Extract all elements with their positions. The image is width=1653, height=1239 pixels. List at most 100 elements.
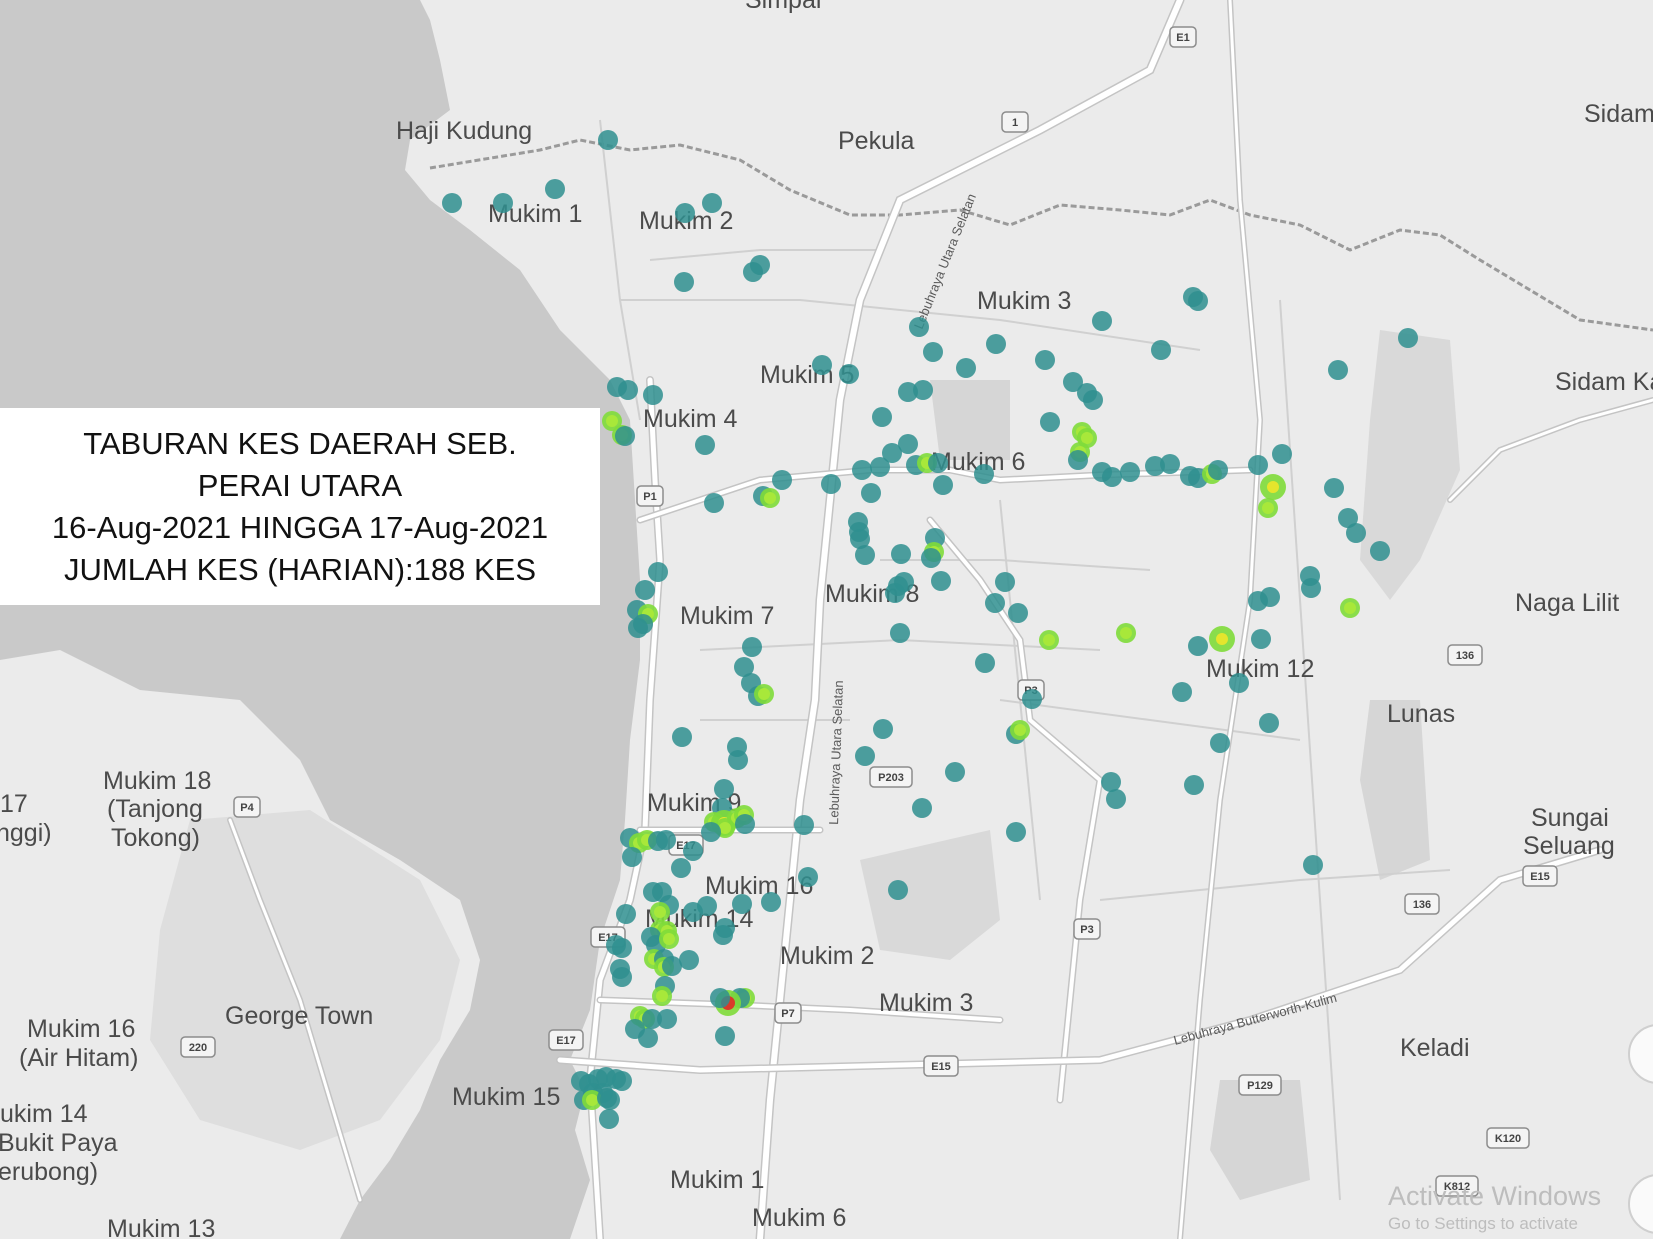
case-marker [1120,462,1140,482]
road-shield-label: E15 [931,1061,951,1073]
case-marker [839,364,859,384]
case-marker [985,593,1005,613]
road-shield-label: E1 [1176,32,1189,44]
case-marker [1083,390,1103,410]
case-marker [1324,478,1344,498]
case-marker-core [654,906,666,918]
case-marker [1035,350,1055,370]
case-marker [600,1090,620,1110]
case-marker [675,203,695,223]
place-label: ukim 14 [0,1100,88,1128]
case-marker-core [1344,602,1356,614]
case-marker [1210,733,1230,753]
place-label: Mukim 6 [752,1204,846,1232]
case-marker [798,867,818,887]
place-label: Naga Lilit [1515,589,1619,617]
place-label: Sidam Ka [1555,368,1653,396]
case-marker-core [1262,502,1274,514]
case-marker [772,470,792,490]
case-marker [695,435,715,455]
case-marker [974,464,994,484]
case-marker [612,938,632,958]
road-shield-label: 136 [1456,650,1474,662]
watermark-line1: Activate Windows [1388,1181,1602,1211]
case-marker [921,548,941,568]
road-shield-label: P129 [1247,1080,1273,1092]
case-marker [599,1109,619,1129]
road-shield-label: 136 [1413,899,1431,911]
case-marker [975,653,995,673]
case-marker-core [656,990,668,1002]
case-marker [885,583,905,603]
case-marker [1006,822,1026,842]
place-label: Sungai [1531,804,1609,832]
case-marker [898,434,918,454]
case-marker [672,727,692,747]
case-marker [735,814,755,834]
case-marker [638,1028,658,1048]
case-marker [1398,328,1418,348]
case-marker [923,342,943,362]
road-shield-label: 220 [189,1042,207,1054]
road-shield-label: E15 [1530,871,1550,883]
case-marker [1260,587,1280,607]
case-marker [643,385,663,405]
case-marker-core [758,688,770,700]
case-marker [1328,360,1348,380]
place-label: Mukim 3 [977,287,1071,315]
case-marker [794,815,814,835]
place-label: Lunas [1387,700,1455,728]
case-marker [1160,454,1180,474]
case-marker [1172,682,1192,702]
case-marker [852,460,872,480]
case-marker [612,967,632,987]
case-marker [493,193,513,213]
case-marker [912,798,932,818]
case-marker [628,618,648,638]
road-shield-label: K120 [1495,1133,1521,1145]
case-marker [890,623,910,643]
place-label: George Town [225,1002,373,1030]
case-marker [861,483,881,503]
case-marker [855,746,875,766]
case-marker-core [1014,724,1026,736]
case-marker [1022,689,1042,709]
case-marker [1301,578,1321,598]
case-marker-core [663,933,675,945]
place-label: erubong) [0,1158,98,1186]
case-marker [618,380,638,400]
place-label: Mukim 18 [103,767,211,795]
case-marker [888,880,908,900]
case-marker [710,988,730,1008]
info-box: TABURAN KES DAERAH SEB. PERAI UTARA 16-A… [0,408,600,605]
case-marker [742,637,762,657]
case-marker [662,956,682,976]
case-marker-core [1120,627,1132,639]
case-marker [812,355,832,375]
place-label: Bukit Paya [0,1129,118,1157]
case-marker [656,830,676,850]
case-marker [1040,412,1060,432]
case-marker-core [606,415,618,427]
place-label: (Air Hitam) [19,1044,138,1072]
case-marker-core [1267,481,1279,493]
info-date-range: 16-Aug-2021 HINGGA 17-Aug-2021 [51,509,549,545]
case-marker [1303,855,1323,875]
place-label: Mukim 16 [705,872,813,900]
case-marker [671,858,691,878]
case-marker [1092,311,1112,331]
watermark-line2: Go to Settings to activate [1388,1214,1578,1233]
case-marker [442,193,462,213]
map-canvas[interactable]: Lebuhraya Utara Selatan Lebuhraya Utara … [0,0,1653,1239]
case-marker [715,1026,735,1046]
case-marker [1188,291,1208,311]
road-shield-label: 1 [1012,117,1018,129]
case-marker [598,130,618,150]
case-marker [635,580,655,600]
case-marker [683,841,703,861]
case-marker [956,358,976,378]
map-view[interactable]: Lebuhraya Utara Selatan Lebuhraya Utara … [0,0,1653,1239]
case-marker [986,334,1006,354]
case-marker [870,457,890,477]
case-marker [1184,775,1204,795]
